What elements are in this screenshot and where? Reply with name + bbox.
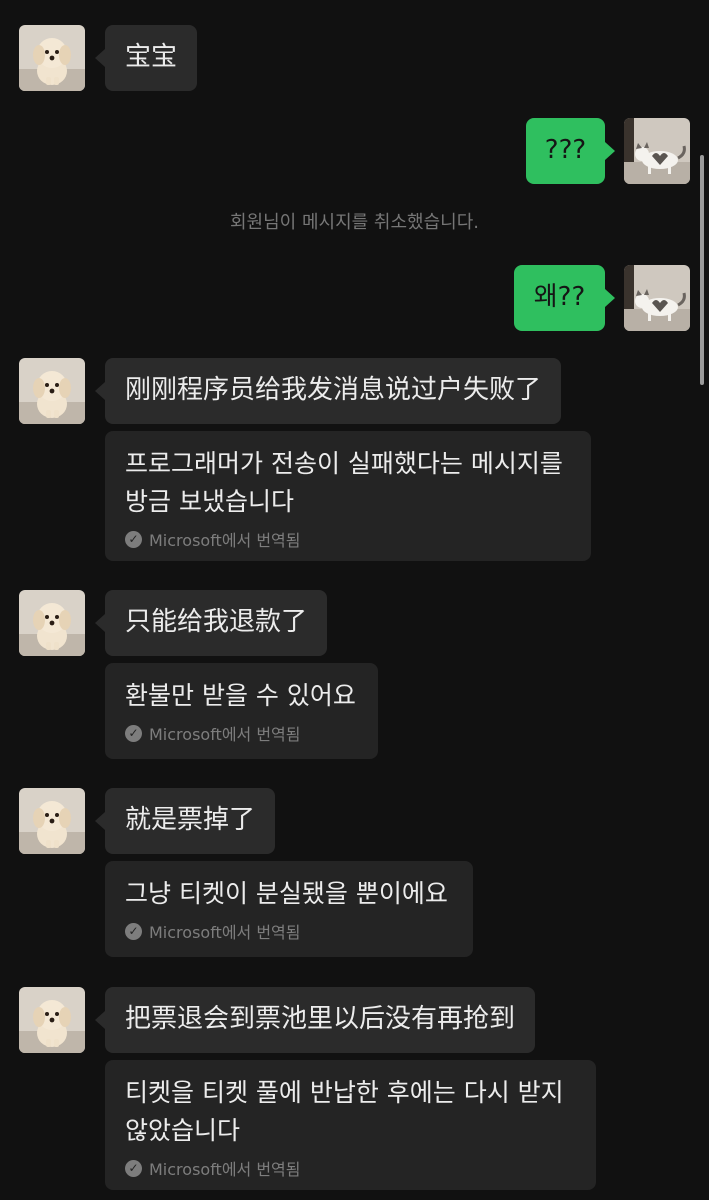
contact-avatar[interactable] [19, 788, 85, 854]
message-text: 刚刚程序员给我发消息说过户失败了 [125, 375, 542, 405]
message-text: 宝宝 [125, 42, 178, 72]
puppy-avatar-icon [19, 987, 85, 1053]
message-bubble-outgoing[interactable]: 왜?? [514, 265, 615, 331]
translation-card[interactable]: 티켓을 티켓 풀에 반납한 후에는 다시 받지 않았습니다 ✓ Microsof… [105, 1060, 596, 1190]
message-text: 就是票掉了 [125, 805, 256, 835]
puppy-avatar-icon [19, 25, 85, 91]
translation-card[interactable]: 프로그래머가 전송이 실패했다는 메시지를 방금 보냈습니다 ✓ Microso… [105, 431, 591, 561]
translation-source: ✓ Microsoft에서 번역됨 [125, 919, 453, 943]
message-text: 왜?? [533, 282, 586, 312]
puppy-avatar-icon [19, 358, 85, 424]
scrollbar[interactable] [700, 155, 704, 385]
translation-text: 프로그래머가 전송이 실패했다는 메시지를 방금 보냈습니다 [125, 449, 563, 516]
cat-avatar-icon [624, 118, 690, 184]
self-avatar[interactable] [624, 265, 690, 331]
message-text: ??? [544, 135, 587, 165]
translation-source: ✓ Microsoft에서 번역됨 [125, 1156, 576, 1180]
message-bubble-incoming[interactable]: 把票退会到票池里以后没有再抢到 [94, 987, 536, 1053]
check-icon: ✓ [125, 530, 142, 548]
translation-source: ✓ Microsoft에서 번역됨 [125, 721, 358, 745]
contact-avatar[interactable] [19, 25, 85, 91]
check-icon: ✓ [125, 724, 142, 742]
message-bubble-incoming[interactable]: 就是票掉了 [94, 788, 276, 854]
translation-source: ✓ Microsoft에서 번역됨 [125, 527, 571, 551]
message-bubble-outgoing[interactable]: ??? [526, 118, 615, 184]
translation-source-label: Microsoft에서 번역됨 [149, 725, 301, 744]
message-bubble-incoming[interactable]: 只能给我退款了 [94, 590, 328, 656]
translation-text: 티켓을 티켓 풀에 반납한 후에는 다시 받지 않았습니다 [125, 1078, 564, 1145]
translation-source-label: Microsoft에서 번역됨 [149, 1160, 301, 1179]
translation-source-label: Microsoft에서 번역됨 [149, 923, 301, 942]
translation-text: 환불만 받을 수 있어요 [125, 681, 356, 710]
puppy-avatar-icon [19, 788, 85, 854]
message-text: 只能给我退款了 [125, 607, 308, 637]
contact-avatar[interactable] [19, 358, 85, 424]
contact-avatar[interactable] [19, 590, 85, 656]
translation-card[interactable]: 그냥 티켓이 분실됐을 뿐이에요 ✓ Microsoft에서 번역됨 [105, 861, 473, 957]
recall-notice: 회원님이 메시지를 취소했습니다. [229, 212, 479, 233]
message-bubble-incoming[interactable]: 刚刚程序员给我发消息说过户失败了 [94, 358, 562, 424]
message-text: 把票退会到票池里以后没有再抢到 [125, 1004, 516, 1034]
translation-card[interactable]: 환불만 받을 수 있어요 ✓ Microsoft에서 번역됨 [105, 663, 378, 759]
message-bubble-incoming[interactable]: 宝宝 [94, 25, 198, 91]
check-icon: ✓ [125, 1159, 142, 1177]
cat-avatar-icon [624, 265, 690, 331]
self-avatar[interactable] [624, 118, 690, 184]
contact-avatar[interactable] [19, 987, 85, 1053]
check-icon: ✓ [125, 922, 142, 940]
translation-text: 그냥 티켓이 분실됐을 뿐이에요 [125, 879, 448, 908]
puppy-avatar-icon [19, 590, 85, 656]
translation-source-label: Microsoft에서 번역됨 [149, 531, 301, 550]
